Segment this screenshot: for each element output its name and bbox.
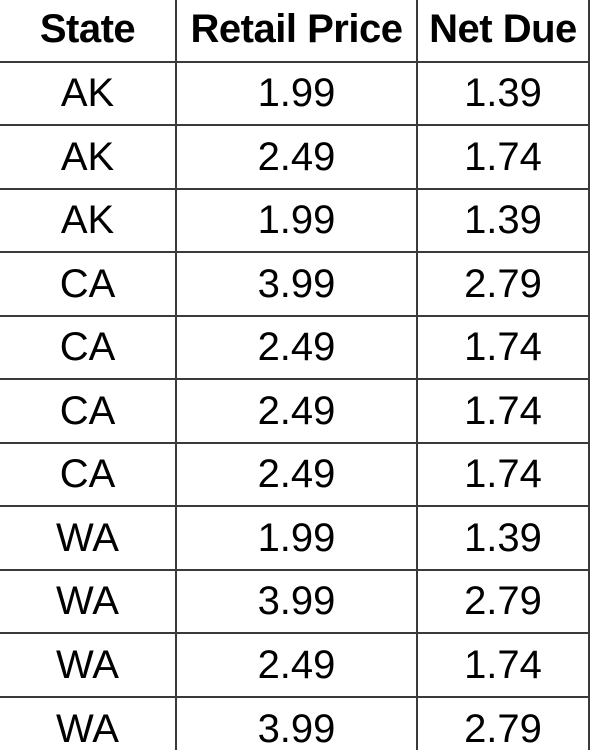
cell-state: CA	[0, 379, 177, 444]
table-header: State Retail Price Net Due	[0, 0, 590, 63]
cell-retail-price: 2.49	[176, 315, 418, 380]
cell-retail-price: 2.49	[176, 379, 418, 444]
pricing-table: State Retail Price Net Due AK 1.99 1.39 AK 2…	[0, 0, 590, 750]
cell-net-due: 1.39	[417, 61, 590, 126]
table-row[interactable]: CA 2.49 1.74	[0, 442, 590, 507]
table-header-row: State Retail Price Net Due	[0, 0, 590, 63]
table-row[interactable]: WA 3.99 2.79	[0, 569, 590, 634]
cell-retail-price: 3.99	[176, 696, 418, 750]
cell-state: AK	[0, 61, 177, 126]
cell-net-due: 1.39	[417, 188, 590, 253]
cell-retail-price: 2.49	[176, 442, 418, 507]
cell-net-due: 1.39	[417, 506, 590, 571]
table-row[interactable]: WA 1.99 1.39	[0, 506, 590, 571]
cell-retail-price: 2.49	[176, 633, 418, 698]
cell-retail-price: 2.49	[176, 125, 418, 190]
cell-net-due: 2.79	[417, 569, 590, 634]
table-row[interactable]: AK 1.99 1.39	[0, 188, 590, 253]
cell-net-due: 1.74	[417, 633, 590, 698]
table-row[interactable]: CA 2.49 1.74	[0, 379, 590, 444]
cell-net-due: 1.74	[417, 442, 590, 507]
cell-state: CA	[0, 252, 177, 317]
column-header-retail-price[interactable]: Retail Price	[176, 0, 418, 63]
table-row[interactable]: AK 1.99 1.39	[0, 61, 590, 126]
column-header-state[interactable]: State	[0, 0, 177, 63]
cell-retail-price: 3.99	[176, 569, 418, 634]
cell-net-due: 2.79	[417, 696, 590, 750]
cell-retail-price: 1.99	[176, 506, 418, 571]
cell-retail-price: 1.99	[176, 61, 418, 126]
cell-state: WA	[0, 633, 177, 698]
table-row[interactable]: AK 2.49 1.74	[0, 125, 590, 190]
table-viewport: State Retail Price Net Due AK 1.99 1.39 AK 2…	[0, 0, 600, 750]
cell-state: CA	[0, 442, 177, 507]
cell-state: WA	[0, 696, 177, 750]
cell-state: WA	[0, 506, 177, 571]
cell-state: WA	[0, 569, 177, 634]
table-row[interactable]: CA 3.99 2.79	[0, 252, 590, 317]
table-row[interactable]: WA 3.99 2.79	[0, 696, 590, 750]
table-row[interactable]: WA 2.49 1.74	[0, 633, 590, 698]
cell-state: AK	[0, 125, 177, 190]
cell-net-due: 1.74	[417, 125, 590, 190]
table-row[interactable]: CA 2.49 1.74	[0, 315, 590, 380]
cell-retail-price: 1.99	[176, 188, 418, 253]
cell-retail-price: 3.99	[176, 252, 418, 317]
cell-state: CA	[0, 315, 177, 380]
cell-state: AK	[0, 188, 177, 253]
table-body: AK 1.99 1.39 AK 2.49 1.74 AK 1.99 1.39 CA 3.99 2.79…	[0, 61, 590, 750]
cell-net-due: 2.79	[417, 252, 590, 317]
column-header-net-due[interactable]: Net Due	[417, 0, 590, 63]
cell-net-due: 1.74	[417, 315, 590, 380]
cell-net-due: 1.74	[417, 379, 590, 444]
